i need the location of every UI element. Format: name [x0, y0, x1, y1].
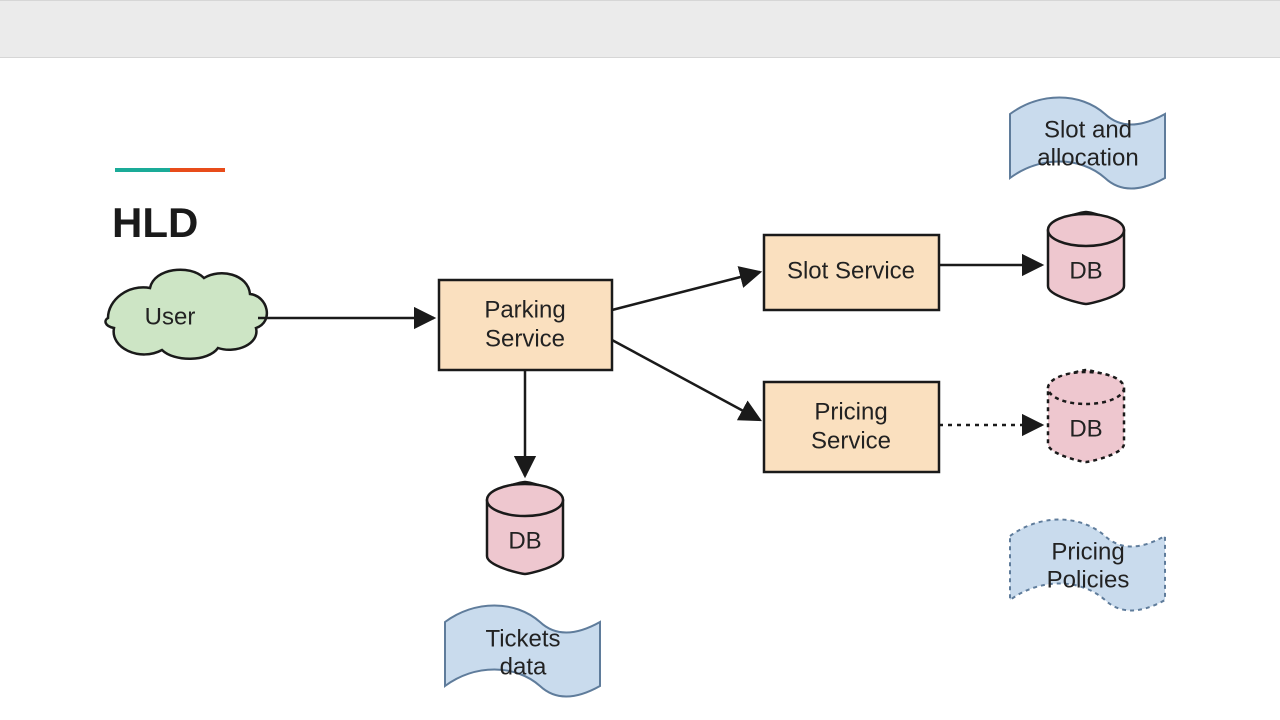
node-db-pricing: DB: [1048, 370, 1124, 462]
svg-text:allocation: allocation: [1037, 144, 1138, 171]
node-pricing-service: Pricing Service: [764, 382, 939, 472]
node-slot-service: Slot Service: [764, 235, 939, 310]
arrow-parking-to-pricing: [612, 340, 760, 420]
node-db-slot: DB: [1048, 212, 1124, 304]
svg-text:data: data: [500, 653, 547, 680]
svg-text:DB: DB: [1069, 257, 1102, 284]
node-user-label: User: [145, 303, 196, 330]
svg-text:Slot and: Slot and: [1044, 116, 1132, 143]
arrow-parking-to-slot: [612, 272, 760, 310]
node-db-tickets: DB: [487, 482, 563, 574]
svg-text:DB: DB: [1069, 415, 1102, 442]
svg-text:Parking: Parking: [484, 296, 565, 323]
svg-text:Service: Service: [485, 325, 565, 352]
svg-text:Pricing: Pricing: [814, 398, 887, 425]
flag-tickets-data: Tickets data: [445, 606, 600, 697]
svg-text:Service: Service: [811, 427, 891, 454]
svg-text:Slot Service: Slot Service: [787, 257, 915, 284]
flag-pricing-policies: Pricing Policies: [1010, 520, 1165, 611]
node-parking-service: Parking Service: [439, 280, 612, 370]
svg-text:Tickets: Tickets: [485, 625, 560, 652]
svg-text:Policies: Policies: [1047, 566, 1130, 593]
node-user-cloud: User: [106, 270, 267, 359]
svg-text:Pricing: Pricing: [1051, 538, 1124, 565]
flag-slot-allocation: Slot and allocation: [1010, 98, 1165, 189]
svg-text:DB: DB: [508, 527, 541, 554]
diagram-canvas: User Parking Service Slot Service Pricin…: [0, 0, 1280, 720]
